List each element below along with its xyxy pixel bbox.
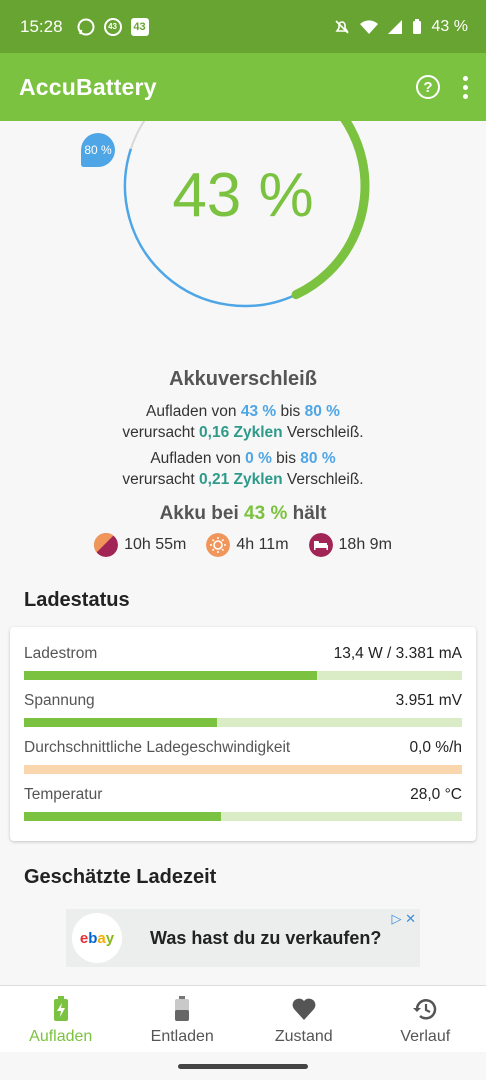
whatsapp-icon — [77, 18, 95, 35]
charge-current-bar — [24, 671, 462, 680]
tab-verlauf[interactable]: Verlauf — [365, 986, 486, 1052]
notification-icons: 43 43 — [77, 17, 149, 36]
section-title-ladestatus: Ladestatus — [24, 589, 130, 611]
help-icon[interactable]: ? — [416, 75, 440, 99]
app-bar: AccuBattery ? — [0, 53, 486, 121]
wear-title: Akkuverschleiß — [169, 368, 317, 390]
battery-status-icon — [412, 18, 421, 34]
gauge-remaining-arc — [129, 121, 146, 150]
ad-banner[interactable]: ebay Was hast du zu verkaufen? ▷ ✕ — [66, 909, 420, 967]
ebay-logo: ebay — [72, 913, 122, 963]
battery-percent: 43 % — [431, 17, 468, 35]
app-title: AccuBattery — [19, 73, 157, 100]
status-bar: 15:28 43 43 43 % — [0, 0, 486, 53]
runtime-estimates: 10h 55m 4h 11m 18h 9m — [0, 533, 486, 557]
charge-percent: 43 % — [172, 161, 314, 230]
battery-icon — [175, 996, 190, 1021]
estimate-screen-active[interactable]: 4h 11m — [206, 533, 289, 557]
voltage-bar — [24, 718, 462, 727]
row-temperature: Temperatur 28,0 °C — [24, 786, 462, 821]
section-title-charge-time: Geschätzte Ladezeit — [24, 866, 217, 888]
sleep-icon — [308, 533, 333, 557]
sun-icon — [206, 533, 231, 557]
notification-chip-icon: 43 — [103, 17, 122, 36]
screen-on-icon — [94, 533, 119, 557]
wear-line-1: Aufladen von 43 % bis 80 % — [146, 403, 340, 420]
notification-badge-icon: 43 — [130, 17, 149, 36]
more-options-icon[interactable] — [462, 75, 468, 99]
history-icon — [413, 999, 437, 1020]
system-icons: 43 % — [334, 18, 468, 36]
wear-line-2: verursacht 0,16 Zyklen Verschleiß. — [122, 424, 364, 441]
ad-choices-icon[interactable]: ▷ ✕ — [391, 911, 416, 927]
ad-text: Was hast du zu verkaufen? — [150, 928, 382, 948]
bottom-navigation: Aufladen Entladen Zustand Verlauf — [0, 985, 486, 1052]
row-charge-current: Ladestrom 13,4 W / 3.381 mA — [24, 645, 462, 680]
row-avg-charge-speed: Durchschnittliche Ladegeschwindigkeit 0,0… — [24, 739, 462, 774]
avg-charge-speed-bar — [24, 765, 462, 774]
tab-aufladen[interactable]: Aufladen — [0, 986, 122, 1052]
row-voltage: Spannung 3.951 mV — [24, 692, 462, 727]
wear-line-4: verursacht 0,21 Zyklen Verschleiß. — [122, 471, 364, 488]
mute-icon — [334, 19, 349, 34]
battery-hold-title: Akku bei 43 % hält — [159, 503, 327, 524]
wear-line-3: Aufladen von 0 % bis 80 % — [150, 450, 336, 467]
wifi-icon — [359, 19, 378, 34]
home-indicator[interactable] — [178, 1064, 308, 1069]
heart-icon — [292, 998, 316, 1020]
status-time: 15:28 — [20, 16, 63, 36]
estimate-screen-on[interactable]: 10h 55m — [94, 533, 186, 557]
signal-icon — [387, 19, 402, 34]
estimate-sleep[interactable]: 18h 9m — [308, 533, 392, 557]
tab-zustand[interactable]: Zustand — [243, 986, 365, 1052]
charging-battery-icon — [53, 996, 68, 1021]
temperature-bar — [24, 812, 462, 821]
tab-entladen[interactable]: Entladen — [122, 986, 244, 1052]
charging-status-card: Ladestrom 13,4 W / 3.381 mA Spannung 3.951… — [10, 627, 476, 841]
